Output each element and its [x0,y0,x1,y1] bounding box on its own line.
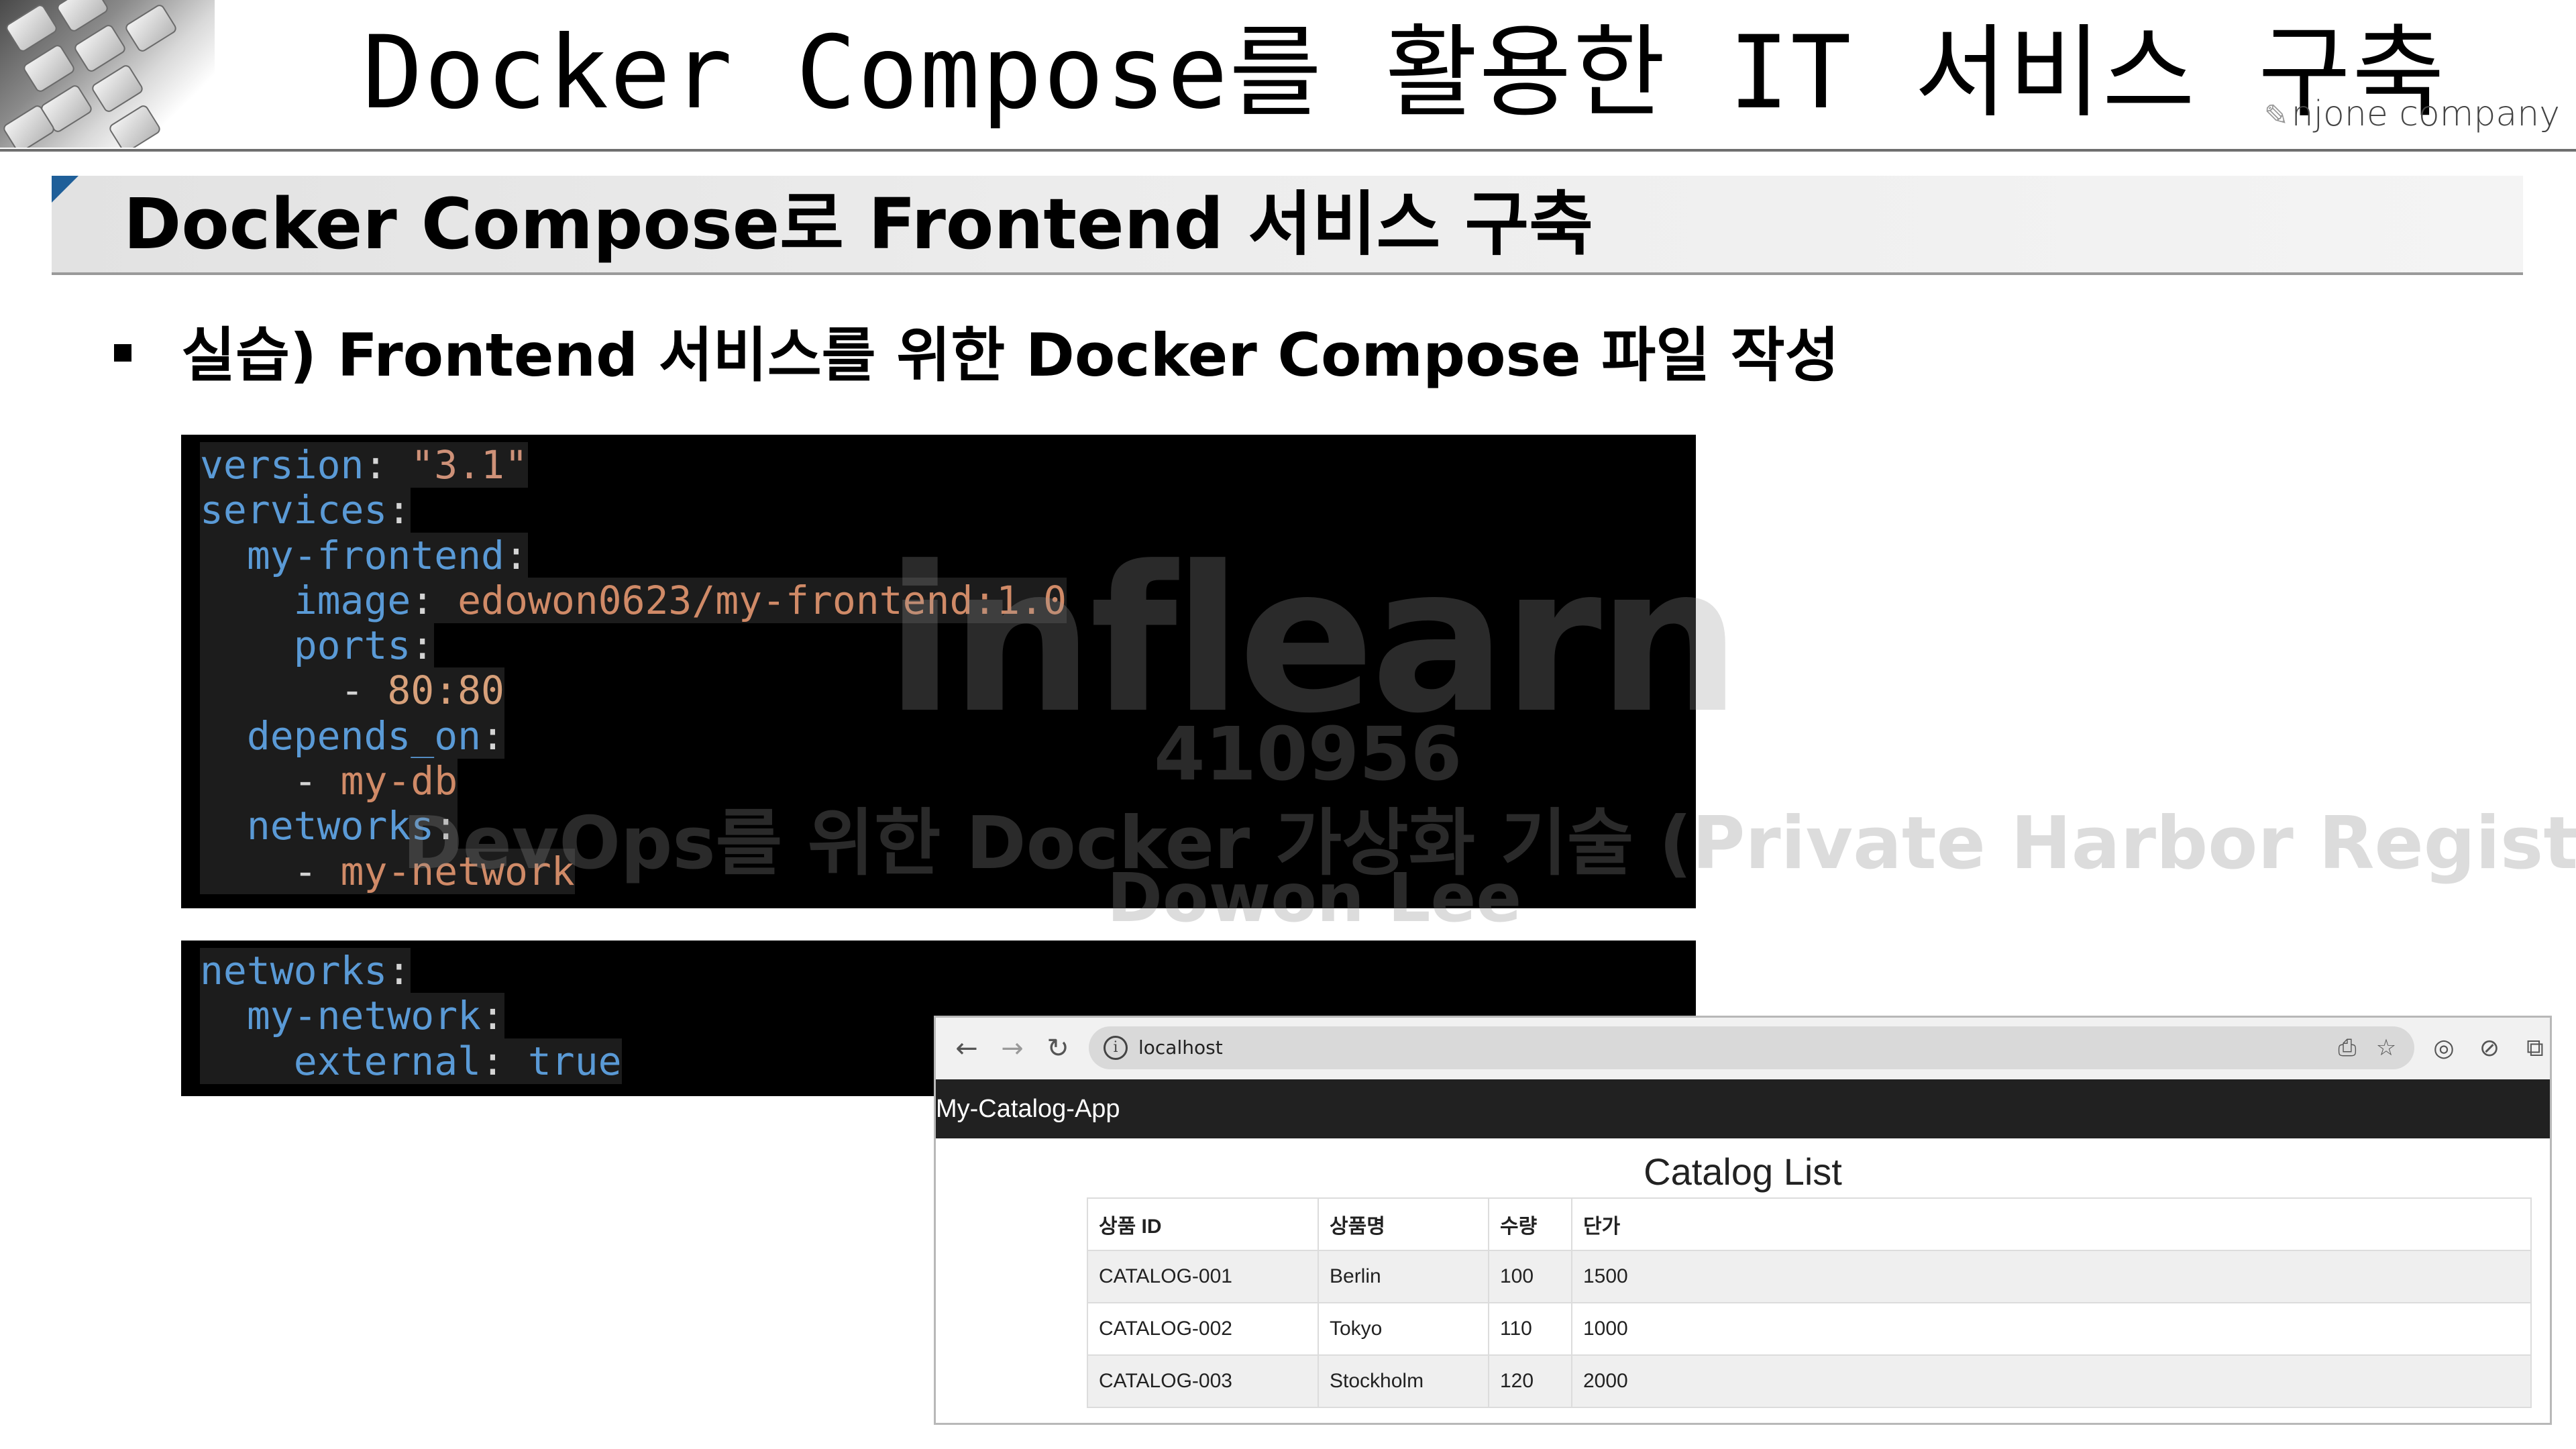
code-line: - my-network [200,848,1677,894]
yaml-value: my-db [340,758,458,804]
yaml-key: my-network [246,993,482,1039]
table-header-row: 상품 ID 상품명 수량 단가 [1087,1197,2532,1251]
table-header-cell: 상품 ID [1087,1197,1319,1251]
company-logo: ✎njone company [2264,94,2560,134]
yaml-value: "3.1" [411,442,528,488]
browser-toolbar: ← → ↻ i localhost ⎙ ☆ ◎ ⊘ ⧉ [936,1018,2550,1079]
address-url[interactable]: localhost [1138,1026,1223,1069]
extensions-puzzle-icon[interactable]: ⧉ [2518,1031,2550,1066]
code-block-compose-services: version: "3.1" services: my-frontend: im… [181,435,1696,908]
section-title: Docker Compose로 Frontend 서비스 구축 [123,183,1593,265]
table-cell: Stockholm [1318,1354,1489,1408]
table-cell: Berlin [1318,1250,1489,1303]
code-line: version: "3.1" [200,442,528,488]
table-cell: 1500 [1571,1250,2532,1303]
code-line: image: edowon0623/my-frontend:1.0 [200,577,1677,623]
yaml-key: networks [200,948,388,994]
extension-sync-icon[interactable]: ⊘ [2472,1031,2507,1066]
address-bar[interactable]: i localhost ⎙ ☆ [1089,1026,2414,1069]
yaml-key: ports [293,623,411,669]
code-line: ports: [200,623,1677,669]
table-row: CATALOG-001 Berlin 100 1500 [1087,1250,2532,1303]
section-corner-icon [52,176,78,203]
company-name: njone company [2291,94,2560,134]
company-mark-icon: ✎ [2263,99,2289,133]
yaml-key: services [200,487,388,533]
yaml-key: networks [246,803,435,849]
app-brand-link[interactable]: My-Catalog-App [936,1079,1120,1138]
code-line: - my-db [200,758,1677,804]
keyboard-key-icon [4,3,59,54]
keyboard-key-icon [90,63,145,114]
extension-icon[interactable]: ◎ [2426,1031,2461,1066]
table-row: CATALOG-003 Stockholm 120 2000 [1087,1354,2532,1408]
yaml-key: depends_on [246,712,482,759]
yaml-value: edowon0623/my-frontend:1.0 [458,577,1067,623]
table-header-cell: 수량 [1488,1197,1572,1251]
install-app-icon[interactable]: ⎙ [2331,1032,2363,1064]
back-arrow-icon[interactable]: ← [949,1031,984,1066]
yaml-value: my-network [340,848,575,894]
keyboard-key-icon [72,23,127,74]
table-cell: Tokyo [1318,1302,1489,1356]
table-cell: CATALOG-003 [1087,1354,1319,1408]
keyboard-key-icon [21,43,76,94]
table-cell: CATALOG-001 [1087,1250,1319,1303]
yaml-value: 80:80 [387,667,504,714]
bullet-square-icon [114,344,131,362]
yaml-key: image [293,577,411,623]
code-line: - 80:80 [200,667,1677,714]
table-cell: 120 [1488,1354,1572,1408]
yaml-key: version [200,442,364,488]
table-cell: 100 [1488,1250,1572,1303]
keyboard-image [0,0,215,148]
table-header-cell: 단가 [1571,1197,2532,1251]
app-navbar: My-Catalog-App [936,1079,2550,1138]
slide-header: Docker Compose를 활용한 IT 서비스 구축 ✎njone com… [0,0,2576,152]
table-header-cell: 상품명 [1318,1197,1489,1251]
code-line: services: [200,487,411,533]
yaml-value: true [527,1038,622,1084]
browser-window: ← → ↻ i localhost ⎙ ☆ ◎ ⊘ ⧉ My-Catalog-A… [934,1016,2552,1425]
code-line: networks: [200,803,1677,849]
code-line: my-frontend: [200,532,1677,578]
table-cell: 2000 [1571,1354,2532,1408]
catalog-table: 상품 ID 상품명 수량 단가 CATALOG-001 Berlin 100 1… [1087,1197,2532,1408]
table-cell: 1000 [1571,1302,2532,1356]
slide-title: Docker Compose를 활용한 IT 서비스 구축 [362,15,2447,131]
page-heading: Catalog List [1644,1150,1842,1193]
site-info-icon[interactable]: i [1104,1036,1128,1060]
bullet-text: 실습) Frontend 서비스를 위한 Docker Compose 파일 작… [181,321,1839,390]
code-line: networks: [200,948,411,994]
forward-arrow-icon[interactable]: → [995,1031,1030,1066]
reload-icon[interactable]: ↻ [1040,1031,1075,1066]
keyboard-key-icon [123,3,178,54]
keyboard-key-icon [107,103,162,148]
table-cell: 110 [1488,1302,1572,1356]
bookmark-star-icon[interactable]: ☆ [2370,1032,2402,1064]
yaml-key: external [293,1038,482,1084]
table-row: CATALOG-002 Tokyo 110 1000 [1087,1302,2532,1356]
yaml-key: my-frontend [246,532,504,578]
table-cell: CATALOG-002 [1087,1302,1319,1356]
code-line: depends_on: [200,712,1677,759]
